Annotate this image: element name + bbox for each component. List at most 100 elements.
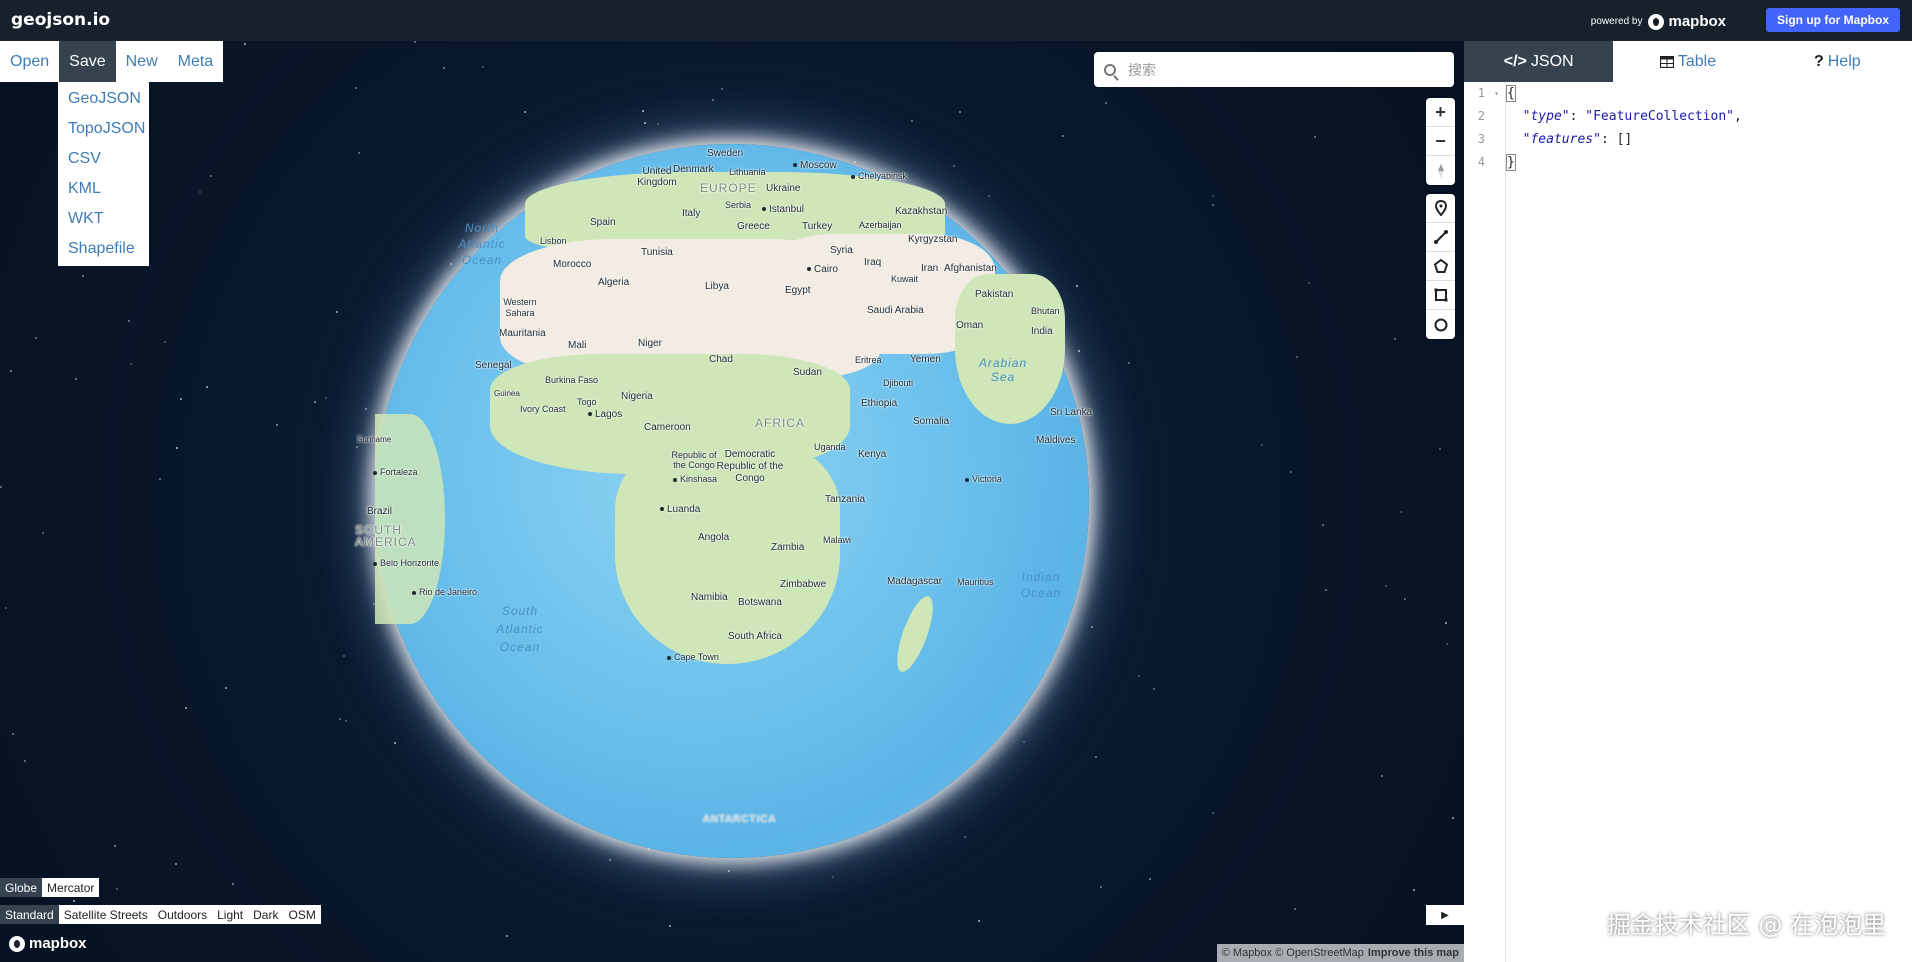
map-label: Moscow <box>793 160 837 171</box>
menu-save[interactable]: Save <box>59 41 116 82</box>
save-shapefile[interactable]: Shapefile <box>58 234 149 264</box>
collapse-panel-button[interactable]: ▶ <box>1426 905 1464 925</box>
star <box>1076 285 1078 287</box>
map-canvas[interactable]: Sweden United Kingdom Denmark Lithuania … <box>0 41 1464 962</box>
globe[interactable]: Sweden United Kingdom Denmark Lithuania … <box>355 144 1092 858</box>
map-label: Iran <box>921 263 939 274</box>
mapbox-logo-icon <box>9 935 25 952</box>
star <box>1381 775 1383 777</box>
attribution-text[interactable]: © Mapbox © OpenStreetMap <box>1222 947 1364 959</box>
line-icon <box>1433 230 1448 244</box>
map-label: Western Sahara <box>503 297 537 318</box>
star <box>1105 102 1107 104</box>
map-label: Madagascar <box>887 576 943 587</box>
style-light[interactable]: Light <box>212 905 249 924</box>
star <box>644 122 646 124</box>
projection-globe[interactable]: Globe <box>0 878 43 897</box>
improve-map-link[interactable]: Improve this map <box>1368 947 1459 959</box>
save-wkt[interactable]: WKT <box>58 204 149 234</box>
save-csv[interactable]: CSV <box>58 144 149 174</box>
side-panel: </> JSON Table ? Help 1 ▾ 2 3 4 { "type":… <box>1464 41 1912 962</box>
search-input[interactable] <box>1126 60 1426 79</box>
save-topojson[interactable]: TopoJSON <box>58 114 149 144</box>
tab-json[interactable]: </> JSON <box>1464 41 1614 82</box>
style-standard[interactable]: Standard <box>0 905 59 924</box>
fold-icon[interactable]: ▾ <box>1494 82 1499 105</box>
json-editor[interactable]: 1 ▾ 2 3 4 { "type": "FeatureCollection", … <box>1464 82 1912 962</box>
menu-open[interactable]: Open <box>0 41 59 82</box>
star <box>443 67 445 69</box>
code-content[interactable]: { "type": "FeatureCollection", "features… <box>1506 82 1742 174</box>
star <box>0 486 2 488</box>
marker-icon <box>1434 200 1447 216</box>
star <box>1400 511 1402 513</box>
star <box>609 859 611 861</box>
tab-json-label: JSON <box>1530 52 1574 70</box>
mapbox-logo-icon <box>1648 13 1665 30</box>
map-label: Namibia <box>691 592 728 603</box>
zoom-out-button[interactable]: − <box>1426 127 1455 156</box>
star <box>911 120 913 122</box>
star <box>832 876 834 878</box>
star <box>159 478 161 480</box>
land-madagascar <box>890 592 940 676</box>
map-label: Guinea <box>494 389 520 398</box>
star <box>1138 675 1140 677</box>
star <box>1296 356 1298 358</box>
menu-meta[interactable]: Meta <box>168 41 224 82</box>
map-label: Brazil <box>367 506 393 517</box>
map-label: Sweden <box>707 148 744 159</box>
style-dark[interactable]: Dark <box>248 905 284 924</box>
star <box>128 320 130 322</box>
draw-rectangle-button[interactable] <box>1426 281 1455 310</box>
tab-table[interactable]: Table <box>1613 41 1762 82</box>
sea-label: South Atlantic Ocean <box>496 604 544 654</box>
map-label: Kazakhstan <box>895 206 948 217</box>
zoom-in-button[interactable]: + <box>1426 98 1455 127</box>
style-satellite-streets[interactable]: Satellite Streets <box>58 905 153 924</box>
projection-mercator[interactable]: Mercator <box>42 878 100 897</box>
powered-by[interactable]: powered by mapbox <box>1591 13 1726 30</box>
polygon-icon <box>1433 258 1448 273</box>
sea-label: Indian Ocean <box>1020 570 1062 600</box>
map-label: Zimbabwe <box>780 579 827 590</box>
caret-right-icon: ▶ <box>1441 909 1449 921</box>
map-label: Yemen <box>910 354 941 365</box>
map-label: Lisbon <box>540 236 567 246</box>
draw-circle-button[interactable] <box>1426 310 1455 339</box>
star <box>210 175 212 177</box>
star <box>345 720 347 722</box>
tab-help[interactable]: ? Help <box>1763 41 1912 82</box>
star <box>1149 878 1151 880</box>
map-label: Mauritius <box>957 577 994 587</box>
line-number: 1 ▾ <box>1464 82 1505 105</box>
star <box>482 66 484 68</box>
map-label: Burkina Faso <box>545 375 599 385</box>
mapbox-logo[interactable]: mapbox <box>9 935 87 952</box>
star <box>1413 889 1415 891</box>
map-label: Sudan <box>793 367 822 378</box>
mapbox-logo-text: mapbox <box>29 935 87 952</box>
save-kml[interactable]: KML <box>58 174 149 204</box>
star <box>232 883 234 885</box>
app-logo[interactable]: geojson.io <box>11 10 110 30</box>
signup-button[interactable]: Sign up for Mapbox <box>1766 8 1900 32</box>
star <box>1128 362 1130 364</box>
star <box>1308 282 1310 284</box>
draw-point-button[interactable] <box>1426 194 1455 223</box>
star <box>314 401 316 403</box>
search-box[interactable] <box>1094 52 1454 87</box>
star <box>365 408 367 410</box>
style-outdoors[interactable]: Outdoors <box>152 905 213 924</box>
map-label: Chad <box>709 354 733 365</box>
draw-polygon-button[interactable] <box>1426 252 1455 281</box>
star <box>164 341 166 343</box>
save-geojson[interactable]: GeoJSON <box>58 84 149 114</box>
draw-line-button[interactable] <box>1426 223 1455 252</box>
compass-button[interactable] <box>1426 156 1455 185</box>
map-label: Rio de Janeiro <box>412 587 477 597</box>
menu-new[interactable]: New <box>116 41 168 82</box>
map-label: Zambia <box>771 542 805 553</box>
star <box>356 446 358 448</box>
style-osm[interactable]: OSM <box>283 905 321 924</box>
